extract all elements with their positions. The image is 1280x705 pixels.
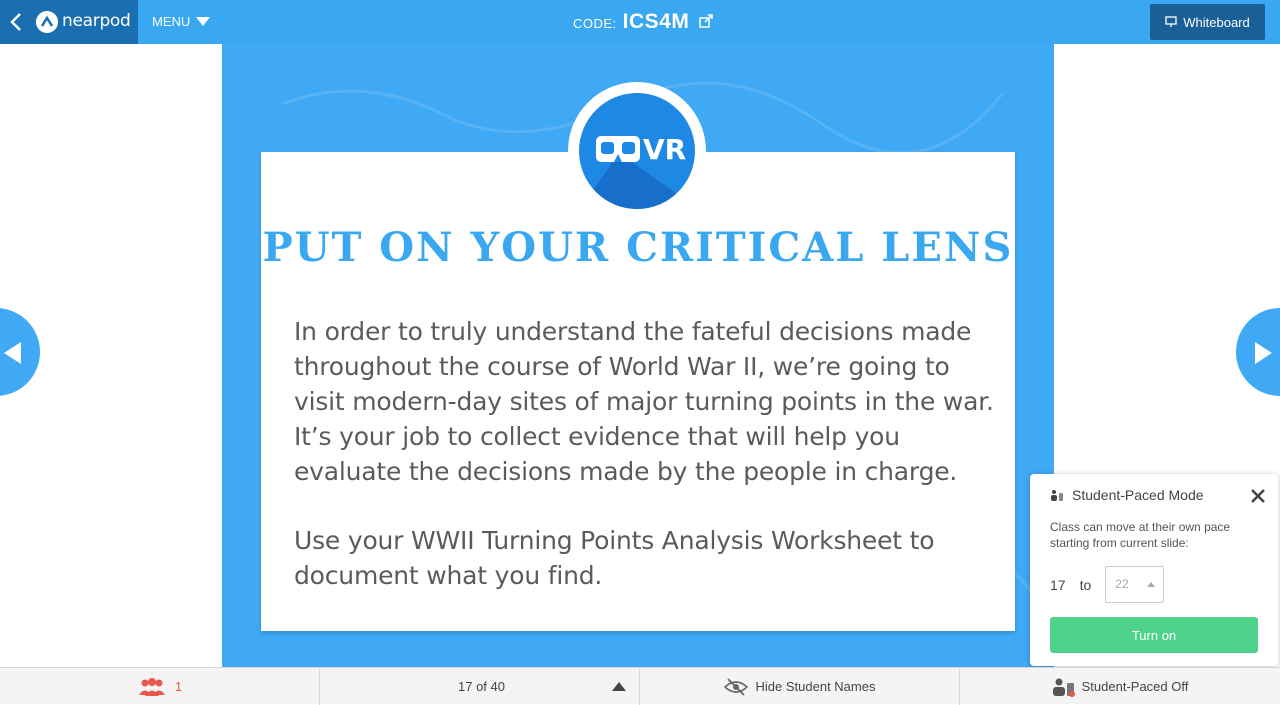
student-paced-description: Class can move at their own pace startin… — [1050, 520, 1231, 550]
student-paced-icon — [1052, 678, 1075, 697]
logo-area: nearpod — [0, 0, 138, 44]
slide-paragraph-1: In order to truly understand the fateful… — [294, 317, 994, 486]
student-paced-header: Student-Paced Mode — [1050, 487, 1204, 503]
pager-text: 17 of 40 — [458, 679, 505, 694]
student-paced-icon — [1051, 490, 1063, 501]
code-label: CODE: — [573, 16, 617, 31]
back-chevron-icon[interactable] — [8, 11, 24, 33]
whiteboard-button[interactable]: Whiteboard — [1150, 4, 1265, 40]
top-bar: nearpod MENU CODE: ICS4M Whiteboard — [0, 0, 1280, 44]
logo-text: nearpod — [62, 11, 131, 31]
students-button[interactable]: 1 — [0, 668, 320, 705]
vr-badge: VR — [579, 93, 695, 209]
slide-pager[interactable]: 17 of 40 — [320, 668, 640, 705]
bottom-bar: 1 17 of 40 Hide Student Names Student-Pa… — [0, 667, 1280, 705]
slide-title: PUT ON YOUR CRITICAL LENS — [262, 224, 1014, 271]
share-icon[interactable] — [699, 14, 714, 28]
slide-body: In order to truly understand the fateful… — [294, 314, 994, 593]
vr-badge-text: VR — [643, 133, 687, 166]
stepper-up-icon — [1147, 582, 1156, 587]
next-slide-button[interactable] — [1236, 308, 1280, 396]
range-from: 17 — [1050, 576, 1066, 593]
vr-goggles-icon — [596, 136, 640, 162]
student-paced-title: Student-Paced Mode — [1072, 487, 1204, 503]
range-end-select[interactable]: 22 — [1105, 566, 1165, 603]
content-card: PUT ON YOUR CRITICAL LENS In order to tr… — [261, 152, 1015, 631]
session-code: CODE: ICS4M — [573, 10, 714, 34]
menu-button[interactable]: MENU — [152, 14, 211, 29]
pager-up-arrow-icon[interactable] — [612, 682, 626, 691]
slide: PUT ON YOUR CRITICAL LENS In order to tr… — [222, 44, 1054, 668]
menu-label: MENU — [152, 14, 191, 29]
eye-slash-icon — [723, 677, 748, 696]
turn-on-button[interactable]: Turn on — [1050, 617, 1258, 653]
close-icon[interactable] — [1249, 487, 1267, 505]
student-paced-popup: Student-Paced Mode Class can move at the… — [1030, 474, 1278, 666]
caret-down-icon — [196, 17, 211, 26]
whiteboard-label: Whiteboard — [1183, 14, 1250, 30]
students-icon — [138, 677, 165, 696]
student-paced-toggle[interactable]: Student-Paced Off — [960, 668, 1280, 705]
range-end-value: 22 — [1115, 577, 1129, 591]
hide-names-label: Hide Student Names — [755, 679, 876, 694]
code-value: ICS4M — [622, 10, 690, 33]
range-to-label: to — [1079, 576, 1092, 593]
student-paced-status: Student-Paced Off — [1081, 679, 1189, 694]
previous-slide-button[interactable] — [0, 308, 40, 396]
slide-paragraph-2: Use your WWII Turning Points Analysis Wo… — [294, 526, 935, 590]
prev-arrow-icon — [4, 342, 21, 364]
nearpod-logo-icon — [36, 11, 58, 33]
student-count: 1 — [174, 679, 183, 694]
slide-range: 17 to 22 — [1050, 566, 1165, 603]
hide-student-names-button[interactable]: Hide Student Names — [640, 668, 960, 705]
next-arrow-icon — [1255, 342, 1272, 364]
whiteboard-icon — [1165, 16, 1177, 27]
